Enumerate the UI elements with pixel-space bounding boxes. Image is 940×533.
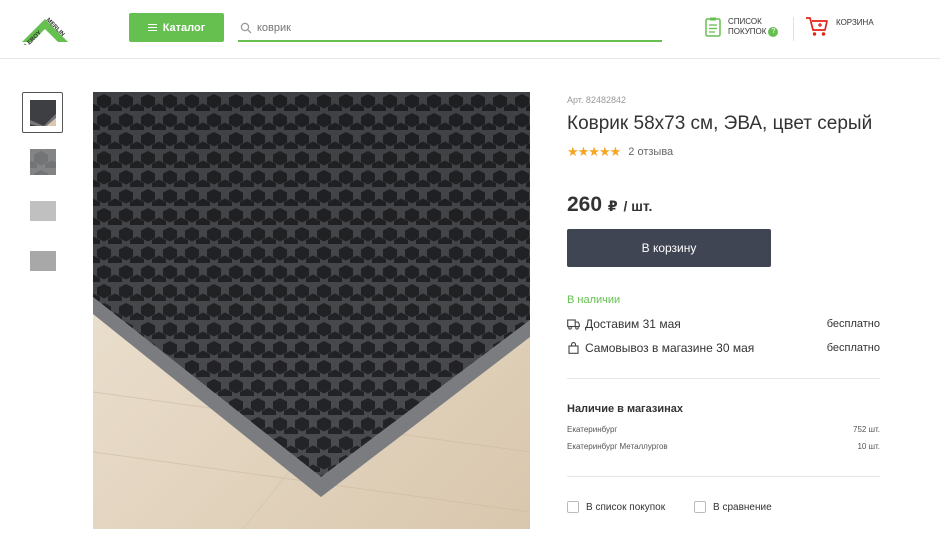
gallery-thumbnail-3[interactable]	[22, 190, 63, 231]
price-value: 260	[567, 193, 603, 216]
shopping-list-icon	[705, 17, 721, 37]
cart-label: КОРЗИНА	[836, 18, 874, 27]
cart-icon	[806, 17, 828, 36]
price-unit: / шт.	[623, 198, 653, 214]
store-quantity: 10 шт.	[857, 442, 880, 451]
shopping-list-label-1: СПИСОК	[728, 17, 762, 26]
stores-title: Наличие в магазинах	[567, 403, 684, 415]
checkbox-box[interactable]	[694, 501, 706, 513]
rating-stars: ★★★★★	[567, 144, 621, 159]
leroy-merlin-logo[interactable]: LEROY MERLIN	[19, 13, 71, 49]
search-input[interactable]	[257, 22, 637, 34]
reviews-link[interactable]: 2 отзыва	[628, 146, 673, 158]
search-bar[interactable]	[238, 16, 662, 42]
section-divider	[567, 476, 880, 477]
shopping-bag-icon	[568, 342, 579, 354]
compare-label: В сравнение	[713, 501, 772, 513]
pickup-row: Самовывоз в магазине 30 мая бесплатно	[567, 341, 880, 355]
price-currency: ₽	[607, 198, 618, 214]
pickup-label: Самовывоз в магазине 30 мая	[585, 341, 755, 355]
shopping-list-label-2: ПОКУПОК	[728, 27, 767, 37]
compare-checkbox[interactable]: В сравнение	[694, 501, 772, 513]
pickup-price: бесплатно	[826, 342, 880, 354]
store-row: Екатеринбург 752 шт.	[567, 425, 880, 434]
section-divider	[567, 378, 880, 379]
thumbnail-image	[29, 99, 56, 126]
help-icon[interactable]: ?	[768, 27, 779, 37]
catalog-label: Каталог	[162, 21, 206, 34]
store-quantity: 752 шт.	[853, 425, 880, 434]
search-icon	[240, 22, 252, 34]
add-to-list-checkbox[interactable]: В список покупок	[567, 501, 665, 513]
delivery-price: бесплатно	[826, 318, 880, 330]
product-rating: ★★★★★ 2 отзыва	[567, 144, 673, 160]
truck-icon	[567, 319, 580, 330]
product-price: 260 ₽ / шт.	[567, 193, 652, 217]
thumbnail-image	[29, 200, 56, 221]
product-title: Коврик 58x73 см, ЭВА, цвет серый	[567, 113, 873, 134]
gallery-thumbnail-4[interactable]	[22, 240, 63, 281]
thumbnail-image	[29, 250, 56, 271]
cart-link[interactable]: КОРЗИНА	[805, 15, 874, 37]
stock-status: В наличии	[567, 294, 621, 306]
checkbox-box[interactable]	[567, 501, 579, 513]
add-to-list-label: В список покупок	[586, 501, 666, 513]
delivery-label: Доставим 31 мая	[585, 317, 681, 331]
store-row: Екатеринбург Металлургов 10 шт.	[567, 442, 880, 451]
gallery-thumbnail-2[interactable]	[22, 141, 63, 182]
shopping-list-link[interactable]: СПИСОК ПОКУПОК?	[705, 17, 779, 37]
thumbnail-image	[29, 148, 56, 175]
header-divider	[793, 17, 794, 41]
gallery-thumbnail-1[interactable]	[22, 92, 63, 133]
menu-icon	[147, 24, 157, 31]
product-article: Арт. 82482842	[567, 95, 626, 105]
site-header: LEROY MERLIN Каталог СПИСОК ПОКУПОК?	[0, 0, 940, 59]
add-to-cart-button[interactable]: В корзину	[567, 229, 771, 267]
catalog-button[interactable]: Каталог	[129, 13, 224, 42]
delivery-row: Доставим 31 мая бесплатно	[567, 317, 880, 331]
product-main-image[interactable]	[93, 92, 530, 529]
store-name: Екатеринбург Металлургов	[567, 442, 668, 451]
store-name: Екатеринбург	[567, 425, 618, 434]
